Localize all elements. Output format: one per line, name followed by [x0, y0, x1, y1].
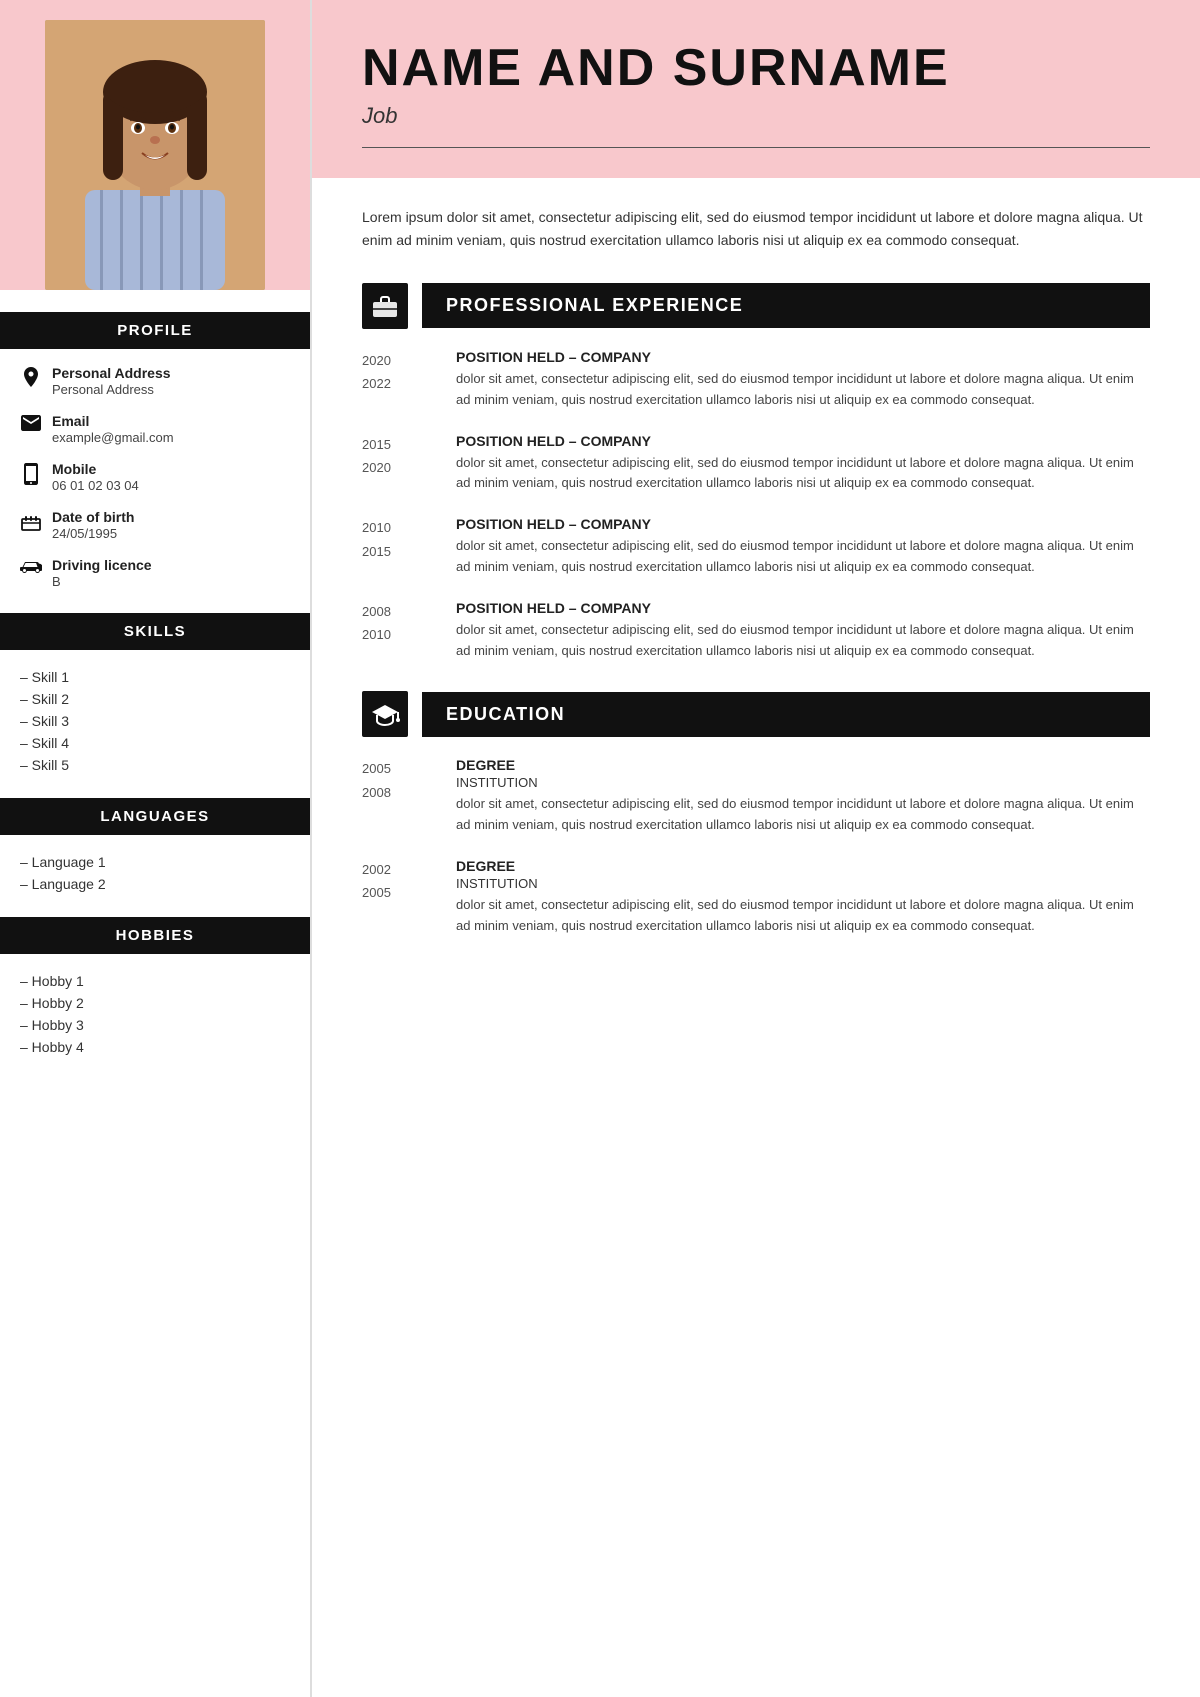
edu-years: 2002 2005 — [362, 858, 432, 937]
experience-item: 2020 2022 POSITION HELD – COMPANY dolor … — [362, 349, 1150, 411]
exp-years: 2020 2022 — [362, 349, 432, 411]
summary-text: Lorem ipsum dolor sit amet, consectetur … — [362, 206, 1150, 251]
full-name: NAME AND SURNAME — [362, 40, 1150, 97]
photo-area — [0, 0, 310, 290]
licence-text: Driving licence B — [52, 557, 152, 591]
main-header: NAME AND SURNAME Job — [312, 0, 1200, 178]
list-item: – Hobby 1 — [20, 970, 290, 992]
exp-years: 2010 2015 — [362, 516, 432, 578]
languages-section-header: LANGUAGES — [0, 798, 310, 835]
dob-item: Date of birth 24/05/1995 — [20, 509, 290, 543]
list-item: – Skill 1 — [20, 666, 290, 688]
skills-list: – Skill 1 – Skill 2 – Skill 3 – Skill 4 … — [20, 666, 290, 776]
skills-section-header: SKILLS — [0, 613, 310, 650]
hobbies-section-header: HOBBIES — [0, 917, 310, 954]
experience-section-label: PROFESSIONAL EXPERIENCE — [422, 283, 1150, 328]
email-text: Email example@gmail.com — [52, 413, 174, 447]
hobbies-list: – Hobby 1 – Hobby 2 – Hobby 3 – Hobby 4 — [20, 970, 290, 1058]
exp-details: POSITION HELD – COMPANY dolor sit amet, … — [456, 516, 1150, 578]
location-icon — [20, 367, 42, 389]
experience-title-row: PROFESSIONAL EXPERIENCE — [362, 283, 1150, 329]
exp-details: POSITION HELD – COMPANY dolor sit amet, … — [456, 433, 1150, 495]
birthday-icon — [20, 511, 42, 531]
education-title-row: EDUCATION — [362, 691, 1150, 737]
education-section: EDUCATION 2005 2008 DEGREE INSTITUTION d… — [362, 691, 1150, 936]
main-content: NAME AND SURNAME Job Lorem ipsum dolor s… — [312, 0, 1200, 1697]
graduation-icon — [362, 691, 408, 737]
list-item: – Skill 4 — [20, 732, 290, 754]
experience-item: 2008 2010 POSITION HELD – COMPANY dolor … — [362, 600, 1150, 662]
job-title: Job — [362, 103, 1150, 129]
list-item: – Skill 5 — [20, 754, 290, 776]
dob-text: Date of birth 24/05/1995 — [52, 509, 134, 543]
sidebar: PROFILE Personal Address Personal Addres… — [0, 0, 310, 1697]
address-item: Personal Address Personal Address — [20, 365, 290, 399]
mobile-text: Mobile 06 01 02 03 04 — [52, 461, 139, 495]
professional-experience-section: PROFESSIONAL EXPERIENCE 2020 2022 POSITI… — [362, 283, 1150, 661]
experience-item: 2010 2015 POSITION HELD – COMPANY dolor … — [362, 516, 1150, 578]
list-item: – Language 1 — [20, 851, 290, 873]
header-divider — [362, 147, 1150, 148]
main-body: Lorem ipsum dolor sit amet, consectetur … — [312, 178, 1200, 1697]
profile-section-header: PROFILE — [0, 312, 310, 349]
briefcase-icon — [362, 283, 408, 329]
email-icon — [20, 415, 42, 431]
education-item: 2005 2008 DEGREE INSTITUTION dolor sit a… — [362, 757, 1150, 836]
email-item: Email example@gmail.com — [20, 413, 290, 447]
exp-years: 2015 2020 — [362, 433, 432, 495]
experience-item: 2015 2020 POSITION HELD – COMPANY dolor … — [362, 433, 1150, 495]
car-icon — [20, 559, 42, 575]
address-text: Personal Address Personal Address — [52, 365, 171, 399]
education-item: 2002 2005 DEGREE INSTITUTION dolor sit a… — [362, 858, 1150, 937]
phone-icon — [20, 463, 42, 485]
edu-years: 2005 2008 — [362, 757, 432, 836]
licence-item: Driving licence B — [20, 557, 290, 591]
languages-list: – Language 1 – Language 2 — [20, 851, 290, 895]
list-item: – Skill 2 — [20, 688, 290, 710]
education-section-label: EDUCATION — [422, 692, 1150, 737]
sidebar-content: PROFILE Personal Address Personal Addres… — [0, 290, 310, 1697]
mobile-item: Mobile 06 01 02 03 04 — [20, 461, 290, 495]
profile-photo — [45, 20, 265, 290]
exp-details: POSITION HELD – COMPANY dolor sit amet, … — [456, 600, 1150, 662]
list-item: – Skill 3 — [20, 710, 290, 732]
edu-details: DEGREE INSTITUTION dolor sit amet, conse… — [456, 858, 1150, 937]
exp-years: 2008 2010 — [362, 600, 432, 662]
list-item: – Hobby 3 — [20, 1014, 290, 1036]
edu-details: DEGREE INSTITUTION dolor sit amet, conse… — [456, 757, 1150, 836]
resume-container: PROFILE Personal Address Personal Addres… — [0, 0, 1200, 1697]
list-item: – Hobby 4 — [20, 1036, 290, 1058]
exp-details: POSITION HELD – COMPANY dolor sit amet, … — [456, 349, 1150, 411]
list-item: – Language 2 — [20, 873, 290, 895]
list-item: – Hobby 2 — [20, 992, 290, 1014]
